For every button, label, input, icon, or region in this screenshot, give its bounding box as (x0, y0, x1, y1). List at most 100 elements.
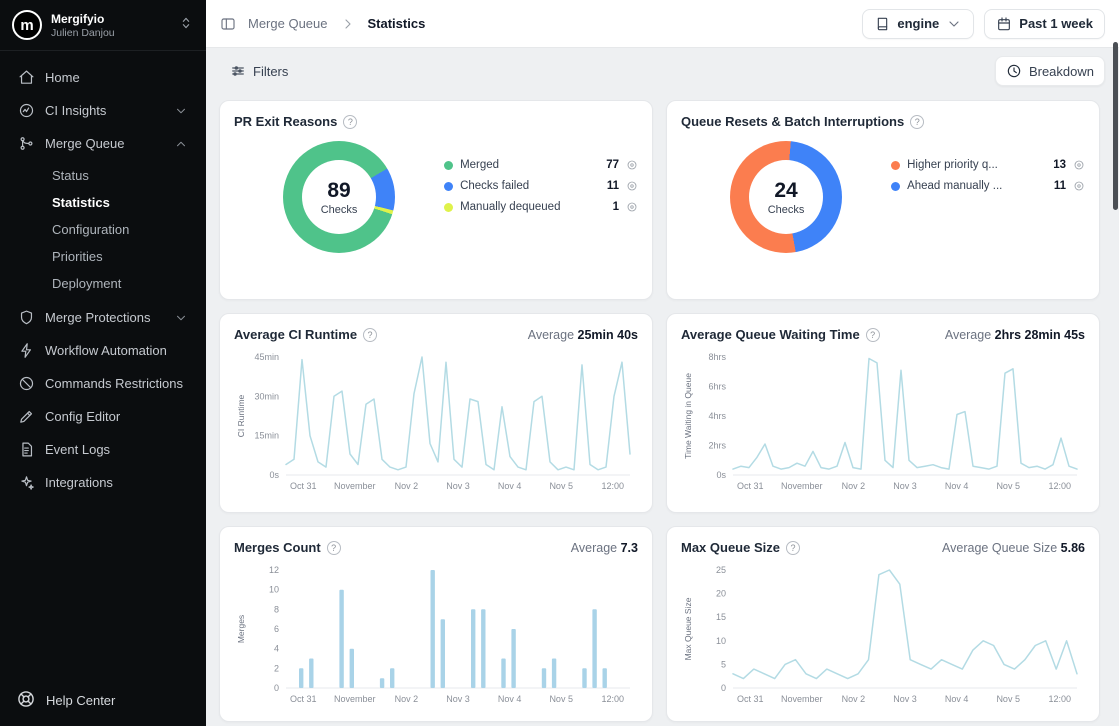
date-range-picker[interactable]: Past 1 week (984, 9, 1105, 39)
legend-filter-icon[interactable] (626, 159, 638, 171)
date-range-label: Past 1 week (1019, 16, 1093, 31)
filters-button[interactable]: Filters (220, 57, 298, 85)
sidebar-item-label: Event Logs (45, 442, 188, 457)
help-icon[interactable]: ? (910, 115, 924, 129)
ci-runtime-line-chart[interactable]: CI Runtime0s15min30min45minOct 31Novembe… (234, 348, 638, 500)
card-average-queue-waiting-time: Average Queue Waiting Time ? Average 2hr… (666, 313, 1100, 513)
pr-exit-donut-chart[interactable]: 89 Checks (283, 141, 395, 253)
sidebar-subitem-deployment[interactable]: Deployment (44, 270, 198, 297)
svg-text:45min: 45min (254, 352, 279, 362)
card-title: Max Queue Size (681, 540, 780, 555)
sidebar-item-integrations[interactable]: Integrations (8, 466, 198, 499)
breadcrumb-merge-queue[interactable]: Merge Queue (248, 16, 328, 31)
sidebar-subitem-configuration[interactable]: Configuration (44, 216, 198, 243)
repository-selector[interactable]: engine (862, 9, 974, 39)
scrollbar[interactable] (1113, 42, 1118, 210)
legend-filter-icon[interactable] (626, 180, 638, 192)
sidebar-subitem-priorities[interactable]: Priorities (44, 243, 198, 270)
svg-text:20: 20 (716, 589, 726, 599)
queue-resets-donut-chart[interactable]: 24 Checks (730, 141, 842, 253)
svg-text:12:00: 12:00 (1049, 694, 1072, 704)
legend-item[interactable]: Higher priority q...13 (891, 159, 1085, 171)
legend-item[interactable]: Merged77 (444, 159, 638, 171)
sidebar-item-help-center[interactable]: Help Center (0, 675, 206, 726)
legend-dot (444, 161, 453, 170)
chevron-up-icon (174, 137, 188, 151)
svg-text:Nov 2: Nov 2 (842, 694, 866, 704)
queue-waiting-line-chart[interactable]: Time Waiting in Queue0s2hrs4hrs6hrs8hrsO… (681, 348, 1085, 500)
svg-text:12:00: 12:00 (602, 481, 625, 491)
svg-text:Oct 31: Oct 31 (290, 694, 317, 704)
legend-dot (444, 182, 453, 191)
sidebar-item-merge-queue[interactable]: Merge Queue (8, 127, 198, 160)
breadcrumb-statistics: Statistics (368, 16, 426, 31)
legend-item[interactable]: Checks failed11 (444, 180, 638, 192)
svg-text:Nov 2: Nov 2 (395, 694, 419, 704)
legend-label: Checks failed (460, 180, 600, 192)
help-icon[interactable]: ? (343, 115, 357, 129)
svg-text:Nov 4: Nov 4 (498, 694, 522, 704)
legend-filter-icon[interactable] (1073, 159, 1085, 171)
card-queue-resets: Queue Resets & Batch Interruptions ? 24 … (666, 100, 1100, 300)
svg-text:Nov 4: Nov 4 (945, 481, 969, 491)
average-readout: Average 2hrs 28min 45s (945, 328, 1085, 342)
svg-text:Merges: Merges (236, 615, 246, 643)
help-icon[interactable]: ? (363, 328, 377, 342)
donut-center-value: 24 (774, 179, 797, 203)
help-icon[interactable]: ? (866, 328, 880, 342)
help-icon[interactable]: ? (327, 541, 341, 555)
svg-text:Oct 31: Oct 31 (290, 481, 317, 491)
svg-text:Max Queue Size: Max Queue Size (683, 597, 693, 660)
legend-filter-icon[interactable] (626, 201, 638, 213)
svg-text:Nov 3: Nov 3 (893, 694, 917, 704)
legend-filter-icon[interactable] (1073, 180, 1085, 192)
svg-text:10: 10 (716, 636, 726, 646)
help-icon[interactable]: ? (786, 541, 800, 555)
workspace-switch-icon[interactable] (178, 15, 194, 36)
legend-item[interactable]: Manually dequeued1 (444, 201, 638, 213)
sidebar-item-ci-insights[interactable]: CI Insights (8, 94, 198, 127)
svg-text:November: November (334, 481, 376, 491)
donut-center-label: Checks (768, 204, 805, 216)
breakdown-button[interactable]: Breakdown (995, 56, 1105, 86)
sidebar-toggle-icon[interactable] (220, 16, 236, 32)
svg-text:2hrs: 2hrs (708, 441, 726, 451)
card-average-ci-runtime: Average CI Runtime ? Average 25min 40s C… (219, 313, 653, 513)
card-merges-count: Merges Count ? Average 7.3 Merges0246810… (219, 526, 653, 722)
sidebar-item-home[interactable]: Home (8, 61, 198, 94)
donut-center: 89 Checks (302, 160, 376, 234)
sidebar-subitem-statistics[interactable]: Statistics (44, 189, 198, 216)
breakdown-label: Breakdown (1029, 64, 1094, 79)
legend-item[interactable]: Ahead manually ...11 (891, 180, 1085, 192)
svg-text:4hrs: 4hrs (708, 411, 726, 421)
merges-bar-chart[interactable]: Merges024681012Oct 31NovemberNov 2Nov 3N… (234, 561, 638, 713)
svg-text:8: 8 (274, 604, 279, 614)
logs-icon (18, 441, 35, 458)
app-root: m Mergifyio Julien Danjou Home CI Insight… (0, 0, 1119, 726)
sidebar-item-commands-restrictions[interactable]: Commands Restrictions (8, 367, 198, 400)
topbar-actions: engine Past 1 week (862, 9, 1105, 39)
svg-text:Nov 2: Nov 2 (842, 481, 866, 491)
sidebar-item-merge-protections[interactable]: Merge Protections (8, 301, 198, 334)
mergify-logo: m (12, 10, 42, 40)
svg-text:8hrs: 8hrs (708, 352, 726, 362)
sidebar-item-label: CI Insights (45, 103, 164, 118)
sidebar-subitem-status[interactable]: Status (44, 162, 198, 189)
svg-text:Nov 5: Nov 5 (996, 694, 1020, 704)
svg-text:Nov 2: Nov 2 (395, 481, 419, 491)
sidebar-item-label: Commands Restrictions (45, 376, 188, 391)
sidebar-item-workflow-automation[interactable]: Workflow Automation (8, 334, 198, 367)
sidebar-item-label: Integrations (45, 475, 188, 490)
dashboard-grid: PR Exit Reasons ? 89 Checks Merged77Chec… (206, 90, 1119, 726)
workspace-switcher[interactable]: m Mergifyio Julien Danjou (0, 0, 206, 51)
svg-text:0: 0 (274, 683, 279, 693)
svg-text:Nov 5: Nov 5 (996, 481, 1020, 491)
sidebar-item-event-logs[interactable]: Event Logs (8, 433, 198, 466)
sidebar-item-config-editor[interactable]: Config Editor (8, 400, 198, 433)
svg-text:6: 6 (274, 624, 279, 634)
home-icon (18, 69, 35, 86)
card-max-queue-size: Max Queue Size ? Average Queue Size 5.86… (666, 526, 1100, 722)
svg-text:15: 15 (716, 612, 726, 622)
svg-text:Oct 31: Oct 31 (737, 481, 764, 491)
max-queue-size-line-chart[interactable]: Max Queue Size0510152025Oct 31NovemberNo… (681, 561, 1085, 713)
